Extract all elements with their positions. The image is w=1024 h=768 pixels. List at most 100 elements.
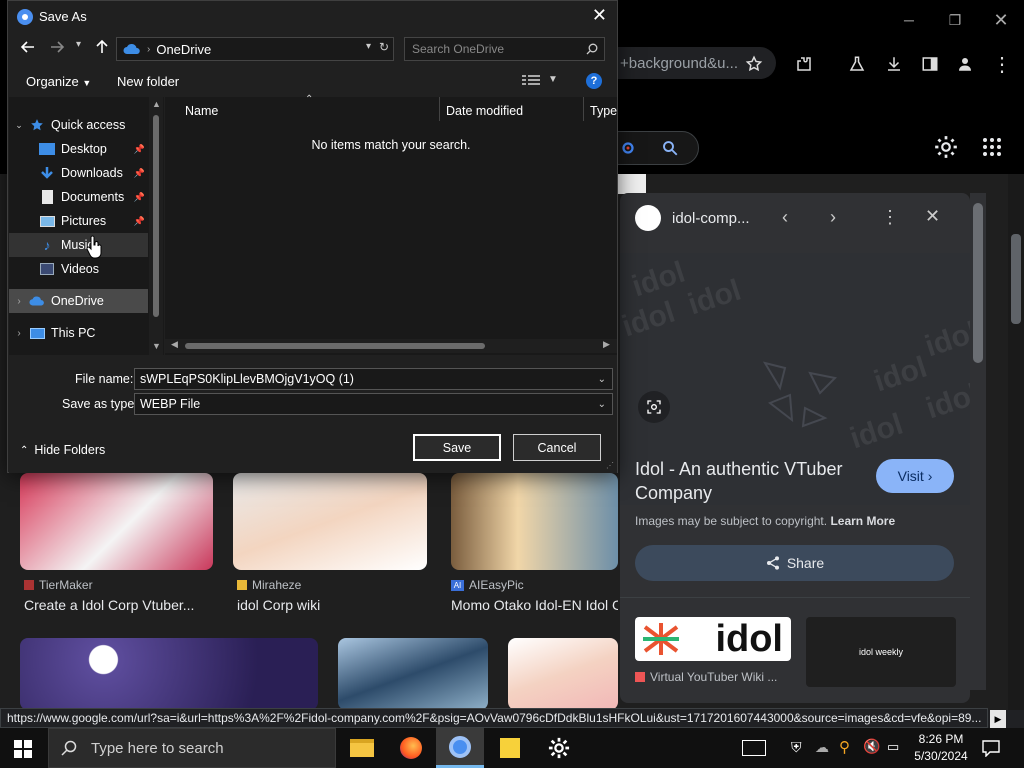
labs-flask-icon[interactable] xyxy=(843,50,871,78)
column-divider[interactable] xyxy=(439,97,440,121)
settings-gear-icon[interactable] xyxy=(535,728,583,768)
expand-chevron-icon[interactable]: ⌄ xyxy=(9,120,29,131)
result-title[interactable]: Create a Idol Corp Vtuber... xyxy=(24,597,210,613)
nav-videos[interactable]: Videos xyxy=(39,257,149,281)
result-thumbnail[interactable] xyxy=(20,473,213,570)
more-options-icon[interactable]: ⋮ xyxy=(881,207,899,228)
visit-button[interactable]: Visit › xyxy=(876,459,954,493)
result-thumbnail[interactable] xyxy=(338,638,488,710)
expand-chevron-icon[interactable]: › xyxy=(9,296,29,307)
result-title[interactable]: Momo Otako Idol-EN Idol C xyxy=(451,597,618,613)
nav-scrollbar[interactable]: ▲ ▼ xyxy=(149,97,163,355)
page-scrollbar[interactable] xyxy=(1008,174,1024,710)
nav-pictures[interactable]: Pictures 📌 xyxy=(39,209,149,233)
panel-scrollbar[interactable] xyxy=(970,193,986,690)
settings-gear-icon[interactable] xyxy=(933,134,959,163)
lens-icon[interactable] xyxy=(619,139,637,160)
network-icon[interactable]: ☁ xyxy=(815,739,829,756)
windows-start-icon[interactable] xyxy=(14,740,32,761)
next-arrow-icon[interactable]: › xyxy=(830,207,836,228)
close-dialog-icon[interactable]: ✕ xyxy=(592,5,607,26)
cancel-button[interactable]: Cancel xyxy=(513,434,601,461)
page-scroll-thumb[interactable] xyxy=(1011,234,1021,324)
new-folder-button[interactable]: New folder xyxy=(117,74,179,89)
result-thumbnail[interactable] xyxy=(233,473,427,570)
nav-desktop[interactable]: Desktop 📌 xyxy=(39,137,149,161)
recent-locations-chevron-icon[interactable]: ▾ xyxy=(76,39,81,50)
nav-scroll-thumb[interactable] xyxy=(153,115,159,317)
file-name-input[interactable]: sWPLEqPS0KlipLlevBMOjgV1yOQ (1) ⌄ xyxy=(134,368,613,390)
nav-documents[interactable]: Documents 📌 xyxy=(39,185,149,209)
back-arrow-icon[interactable] xyxy=(20,39,36,58)
sticky-notes-icon[interactable] xyxy=(486,728,534,768)
view-options-icon[interactable] xyxy=(522,74,540,89)
hide-folders-toggle[interactable]: ⌃ Hide Folders xyxy=(20,443,105,457)
scroll-right-icon[interactable]: ▶ xyxy=(603,339,610,350)
address-bar[interactable]: › OneDrive ▾ ↻ xyxy=(116,37,394,61)
up-arrow-icon[interactable] xyxy=(94,39,110,58)
result-thumbnail[interactable] xyxy=(508,638,618,710)
more-menu-icon[interactable]: ⋮ xyxy=(988,50,1016,78)
search-onedrive-input[interactable]: Search OneDrive xyxy=(404,37,605,61)
windows-security-icon[interactable]: ⛨ xyxy=(791,739,802,756)
related-thumbnail[interactable]: idol xyxy=(635,617,791,661)
view-dropdown-icon[interactable]: ▼ xyxy=(548,74,558,85)
expand-chevron-icon[interactable]: › xyxy=(9,328,29,339)
taskbar-clock[interactable]: 8:26 PM 5/30/2024 xyxy=(910,731,972,765)
lens-search-image-icon[interactable] xyxy=(638,391,670,423)
scroll-up-icon[interactable]: ▲ xyxy=(152,99,161,109)
scroll-left-icon[interactable]: ◀ xyxy=(171,339,178,350)
organize-button[interactable]: Organize ▼ xyxy=(26,74,91,89)
learn-more-link[interactable]: Learn More xyxy=(830,514,895,528)
pin-icon[interactable]: 📌 xyxy=(134,144,145,155)
apps-grid-icon[interactable] xyxy=(982,137,1002,160)
nav-this-pc[interactable]: › This PC xyxy=(9,321,149,345)
column-date-modified[interactable]: Date modified xyxy=(446,104,523,118)
close-panel-icon[interactable]: ✕ xyxy=(925,206,940,227)
download-icon[interactable] xyxy=(880,50,908,78)
key-app-icon[interactable]: ⚲ xyxy=(839,738,850,756)
file-explorer-icon[interactable] xyxy=(338,728,386,768)
minimize-button[interactable]: ─ xyxy=(886,0,932,40)
forward-arrow-icon[interactable] xyxy=(49,39,65,58)
firefox-icon[interactable] xyxy=(387,728,435,768)
save-button[interactable]: Save xyxy=(413,434,501,461)
bookmark-star-icon[interactable] xyxy=(740,50,768,78)
refresh-icon[interactable]: ↻ xyxy=(379,40,389,54)
nav-onedrive[interactable]: › OneDrive xyxy=(9,289,149,313)
chevron-down-icon[interactable]: ⌄ xyxy=(598,374,606,385)
panel-headline[interactable]: Idol - An authentic VTuber Company xyxy=(635,457,870,505)
save-as-type-select[interactable]: WEBP File ⌄ xyxy=(134,393,613,415)
result-title[interactable]: idol Corp wiki xyxy=(237,597,423,613)
pin-icon[interactable]: 📌 xyxy=(134,168,145,179)
panel-scroll-thumb[interactable] xyxy=(973,203,983,363)
result-thumbnail[interactable] xyxy=(20,638,318,710)
chevron-down-icon[interactable]: ⌄ xyxy=(598,399,606,410)
help-icon[interactable]: ? xyxy=(586,73,602,89)
share-button[interactable]: Share xyxy=(635,545,954,581)
chrome-taskbar-icon[interactable] xyxy=(436,728,484,768)
column-divider[interactable] xyxy=(583,97,584,121)
column-name[interactable]: Name xyxy=(185,104,218,118)
close-window-button[interactable]: ✕ xyxy=(978,0,1024,40)
muted-volume-icon[interactable]: 🔇 xyxy=(863,738,880,755)
result-thumbnail[interactable] xyxy=(451,473,618,570)
scroll-down-icon[interactable]: ▼ xyxy=(152,341,161,351)
notifications-icon[interactable] xyxy=(982,739,1000,760)
panel-site-name[interactable]: idol-comp... xyxy=(672,210,750,227)
network-status-icon[interactable]: ▭ xyxy=(887,739,899,755)
column-type[interactable]: Type xyxy=(590,104,617,118)
related-thumbnail[interactable]: idol weekly xyxy=(806,617,956,687)
related-caption[interactable]: Virtual YouTuber Wiki ... xyxy=(635,670,777,684)
profile-icon[interactable] xyxy=(951,50,979,78)
pin-icon[interactable]: 📌 xyxy=(134,216,145,227)
restore-button[interactable]: ❐ xyxy=(932,0,978,40)
search-icon[interactable] xyxy=(661,139,679,160)
search-box-tail[interactable] xyxy=(612,131,699,165)
address-dropdown-icon[interactable]: ▾ xyxy=(366,41,371,52)
extensions-icon[interactable] xyxy=(790,50,818,78)
nav-downloads[interactable]: Downloads 📌 xyxy=(39,161,149,185)
taskbar-search-box[interactable]: Type here to search xyxy=(48,728,336,768)
scroll-right-arrow-icon[interactable]: ▶ xyxy=(990,710,1006,728)
task-view-icon[interactable] xyxy=(742,740,766,756)
